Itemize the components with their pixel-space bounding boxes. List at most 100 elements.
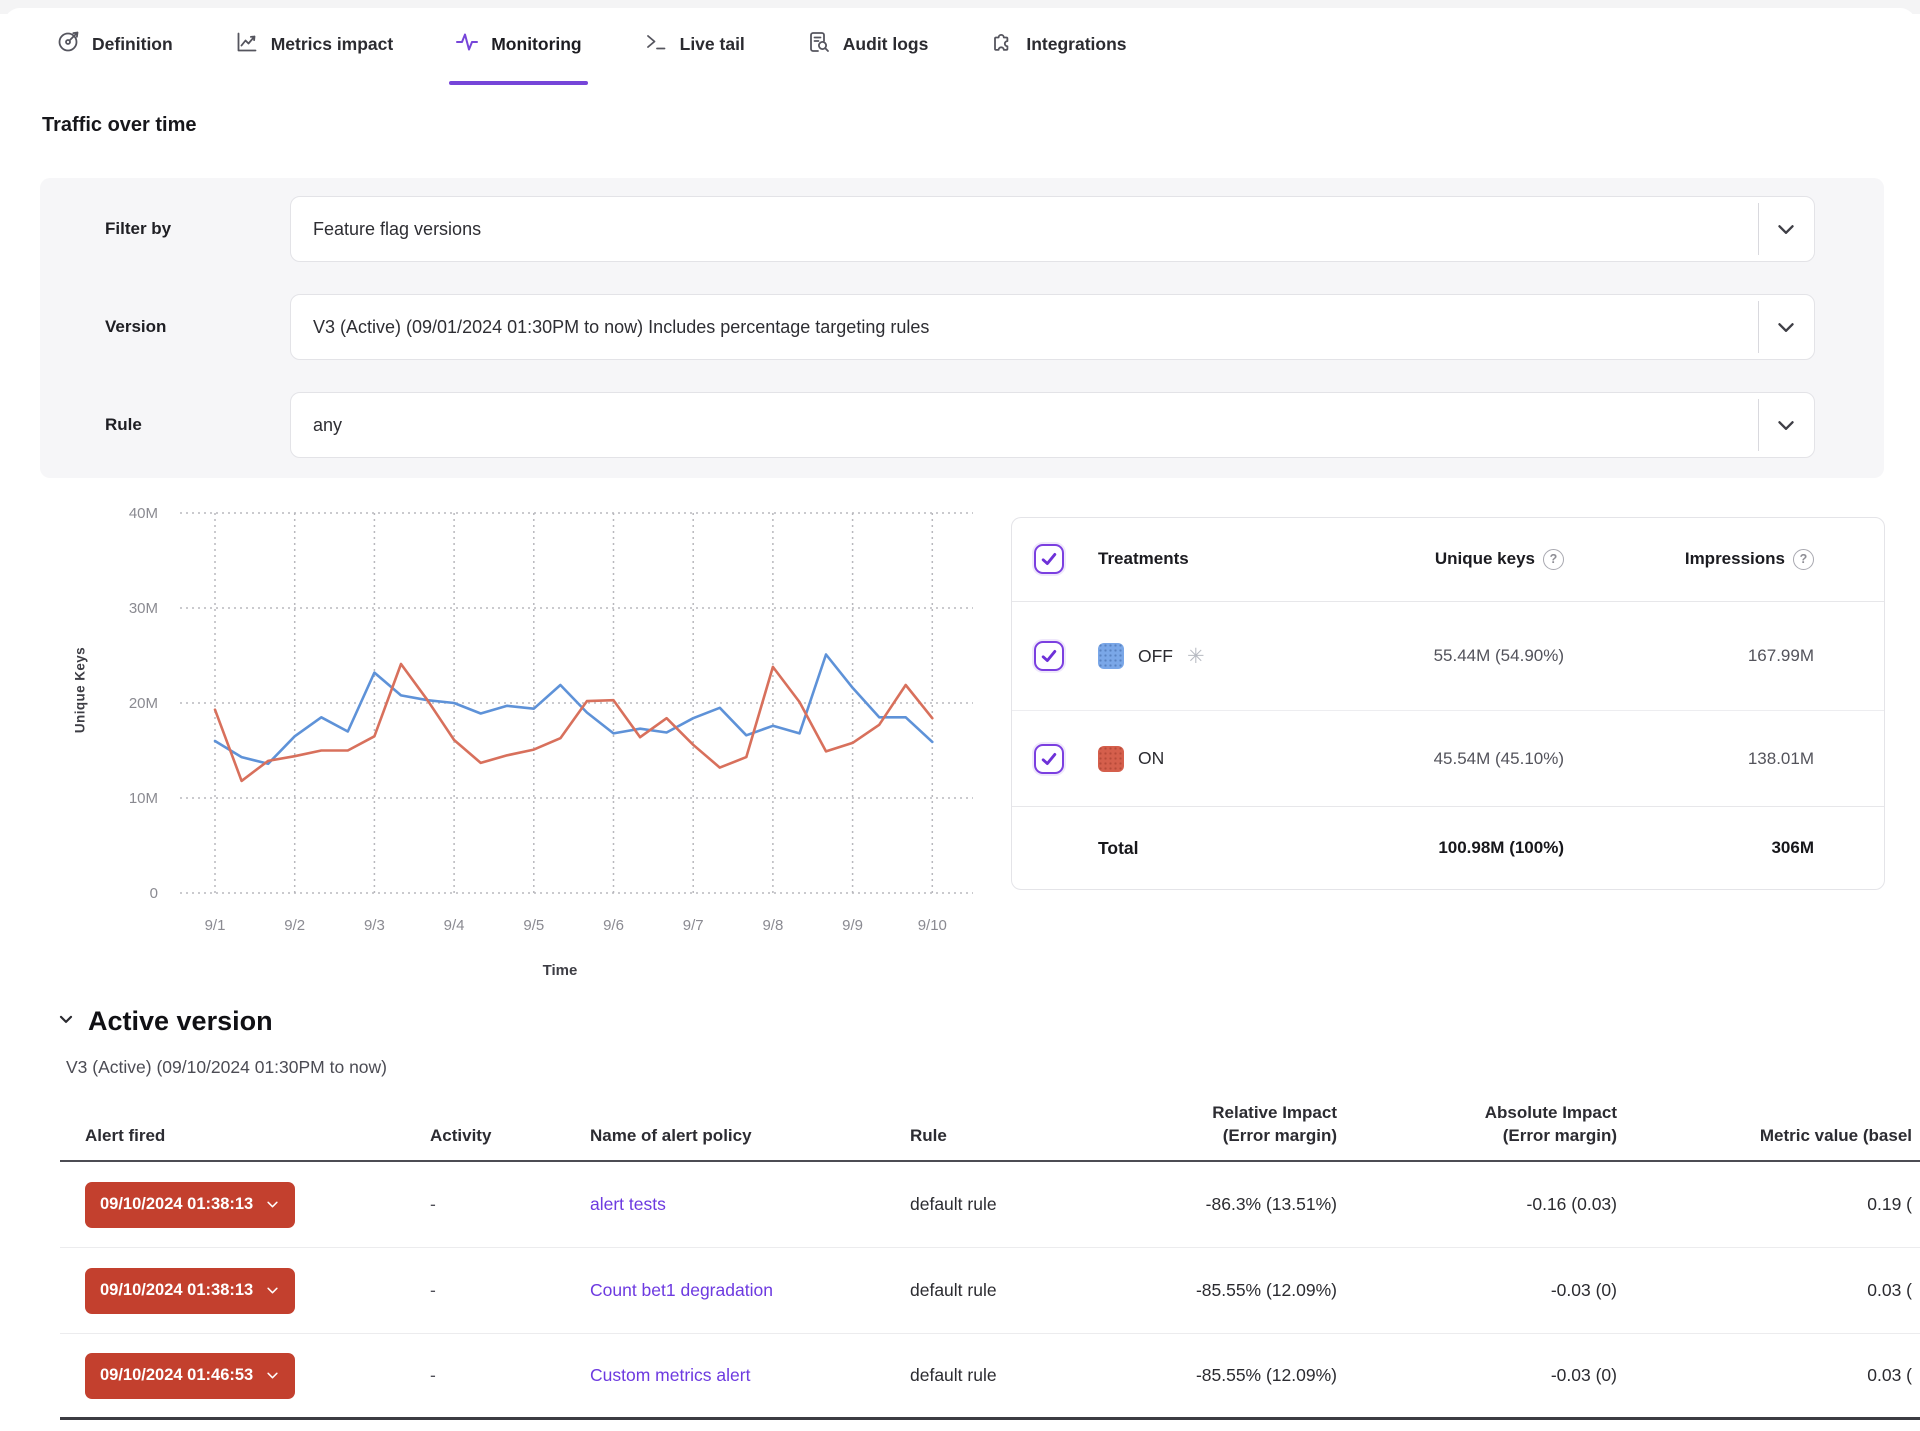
version-select[interactable]: V3 (Active) (09/01/2024 01:30PM to now) … (290, 294, 1815, 360)
definition-icon (56, 30, 80, 59)
treatments-header-row: Treatments Unique keys ? Impressions ? (1012, 518, 1884, 602)
treatments-total-row: Total 100.98M (100%) 306M (1012, 807, 1884, 889)
tab-integrations[interactable]: Integrations (990, 26, 1126, 62)
chevron-down-icon (1773, 216, 1799, 242)
off-series-swatch (1098, 643, 1124, 669)
tab-metrics-impact[interactable]: Metrics impact (235, 26, 394, 62)
svg-text:9/3: 9/3 (364, 917, 385, 934)
svg-text:9/10: 9/10 (918, 917, 947, 934)
alert-policy-link[interactable]: Count bet1 degradation (590, 1280, 773, 1300)
metrics-impact-icon (235, 30, 259, 59)
filter-row-version: Version V3 (Active) (09/01/2024 01:30PM … (40, 294, 1884, 360)
chevron-down-icon (265, 1197, 280, 1212)
treatment-name: ON (1138, 748, 1164, 769)
svg-text:10M: 10M (129, 790, 158, 807)
alert-fired-button[interactable]: 09/10/2024 01:46:53 (85, 1353, 295, 1399)
total-label: Total (1098, 838, 1304, 859)
alert-absolute-impact: -0.16 (0.03) (1345, 1194, 1625, 1215)
tab-monitoring[interactable]: Monitoring (455, 26, 581, 62)
svg-text:30M: 30M (129, 600, 158, 617)
svg-text:9/7: 9/7 (683, 917, 704, 934)
alert-activity: - (390, 1194, 540, 1215)
alert-policy-link[interactable]: Custom metrics alert (590, 1365, 750, 1385)
puzzle-icon (990, 30, 1014, 59)
treatment-name: OFF (1138, 646, 1173, 667)
treatment-row-on: ON 45.54M (45.10%) 138.01M (1012, 711, 1884, 807)
svg-text:9/2: 9/2 (284, 917, 305, 934)
chevron-down-icon (1773, 412, 1799, 438)
absolute-impact-header: Absolute Impact (Error margin) (1345, 1102, 1625, 1148)
rule-select[interactable]: any (290, 392, 1815, 458)
select-divider (1758, 301, 1759, 353)
alert-row: 09/10/2024 01:46:53 - Custom metrics ale… (60, 1334, 1920, 1420)
active-version-subtitle: V3 (Active) (09/10/2024 01:30PM to now) (66, 1057, 387, 1078)
monitoring-page: Definition Metrics impact Monitoring Liv… (0, 0, 1920, 1431)
help-icon[interactable]: ? (1793, 549, 1814, 570)
tab-label: Integrations (1026, 34, 1126, 55)
off-unique-keys: 55.44M (54.90%) (1434, 646, 1564, 666)
help-icon[interactable]: ? (1543, 549, 1564, 570)
alerts-table: Alert fired Activity Name of alert polic… (60, 1092, 1920, 1420)
alert-activity: - (390, 1365, 540, 1386)
filter-row-rule: Rule any (40, 392, 1884, 458)
off-impressions: 167.99M (1748, 646, 1814, 666)
svg-text:20M: 20M (129, 695, 158, 712)
tab-definition[interactable]: Definition (56, 26, 173, 62)
relative-impact-header: Relative Impact (Error margin) (1100, 1102, 1345, 1148)
select-divider (1758, 203, 1759, 255)
version-label: Version (105, 317, 166, 337)
rule-label: Rule (105, 415, 142, 435)
tab-live-tail[interactable]: Live tail (644, 26, 745, 62)
alert-metric-value: 0.03 ( (1625, 1365, 1920, 1386)
on-series-swatch (1098, 746, 1124, 772)
x-axis-title: Time (460, 962, 660, 979)
filter-by-value: Feature flag versions (313, 219, 481, 240)
tab-audit-logs[interactable]: Audit logs (807, 26, 929, 62)
svg-text:9/1: 9/1 (205, 917, 226, 934)
alert-fired-button[interactable]: 09/10/2024 01:38:13 (85, 1182, 295, 1228)
rule-value: any (313, 415, 342, 436)
alert-rule: default rule (870, 1280, 1100, 1301)
svg-text:40M: 40M (129, 505, 158, 522)
treatments-select-all-checkbox[interactable] (1034, 544, 1064, 574)
svg-text:9/5: 9/5 (523, 917, 544, 934)
version-value: V3 (Active) (09/01/2024 01:30PM to now) … (313, 317, 929, 338)
policy-name-header: Name of alert policy (540, 1125, 870, 1148)
tab-bar: Definition Metrics impact Monitoring Liv… (56, 26, 1127, 62)
alert-row: 09/10/2024 01:38:13 - alert tests defaul… (60, 1162, 1920, 1248)
filter-by-select[interactable]: Feature flag versions (290, 196, 1815, 262)
active-version-header[interactable]: Active version (56, 1006, 273, 1037)
tab-label: Live tail (680, 34, 745, 55)
tab-label: Metrics impact (271, 34, 394, 55)
alert-fired-button[interactable]: 09/10/2024 01:38:13 (85, 1268, 295, 1314)
terminal-icon (644, 30, 668, 59)
alert-absolute-impact: -0.03 (0) (1345, 1365, 1625, 1386)
y-axis-title: Unique Keys (73, 600, 88, 780)
alert-row: 09/10/2024 01:38:13 - Count bet1 degrada… (60, 1248, 1920, 1334)
alert-metric-value: 0.03 ( (1625, 1280, 1920, 1301)
filter-by-label: Filter by (105, 219, 171, 239)
alert-fired-header: Alert fired (60, 1125, 390, 1148)
on-impressions: 138.01M (1748, 749, 1814, 769)
active-version-title: Active version (88, 1006, 273, 1037)
svg-text:0: 0 (150, 885, 158, 902)
treatment-row-off: OFF ✳ 55.44M (54.90%) 167.99M (1012, 602, 1884, 712)
total-impressions: 306M (1771, 838, 1814, 858)
treatments-column-header: Treatments (1098, 549, 1304, 569)
treatment-on-checkbox[interactable] (1034, 744, 1064, 774)
chevron-down-icon (1773, 314, 1799, 340)
alert-rule: default rule (870, 1365, 1100, 1386)
tab-label: Audit logs (843, 34, 929, 55)
svg-text:9/6: 9/6 (603, 917, 624, 934)
monitoring-icon (455, 30, 479, 59)
page-title: Traffic over time (42, 114, 197, 137)
alert-metric-value: 0.19 ( (1625, 1194, 1920, 1215)
tab-label: Definition (92, 34, 173, 55)
alert-policy-link[interactable]: alert tests (590, 1194, 666, 1214)
traffic-line-chart: 010M20M30M40M9/19/29/39/49/59/69/79/89/9… (100, 498, 980, 958)
treatment-off-checkbox[interactable] (1034, 641, 1064, 671)
alert-relative-impact: -86.3% (13.51%) (1100, 1194, 1345, 1215)
chevron-down-icon (265, 1368, 280, 1383)
filter-row-filter-by: Filter by Feature flag versions (40, 196, 1884, 262)
impressions-column-header: Impressions ? (1685, 549, 1814, 570)
